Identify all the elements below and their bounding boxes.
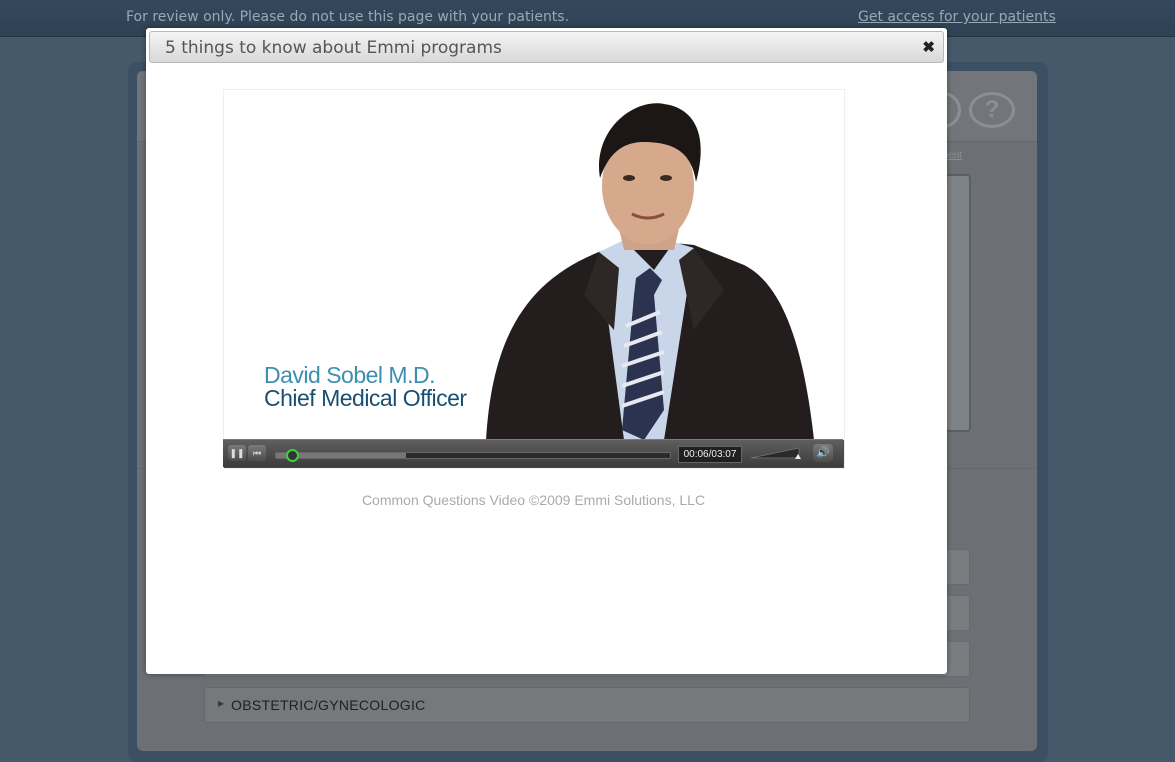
video-player[interactable]: David Sobel M.D. Chief Medical Officer — [223, 89, 845, 469]
get-access-link[interactable]: Get access for your patients — [858, 9, 1056, 25]
time-display: 00:06/03:07 — [678, 446, 742, 463]
volume-icon[interactable]: 🔊 — [813, 444, 833, 462]
help-icon[interactable]: ? — [969, 92, 1015, 128]
video-controls: ❚❚ ⏮ 00:06/03:07 🔊 — [223, 439, 843, 467]
close-icon[interactable]: ✖ — [922, 38, 935, 56]
modal-title: 5 things to know about Emmi programs — [165, 38, 502, 58]
pause-button[interactable]: ❚❚ — [228, 445, 246, 461]
volume-slider[interactable] — [751, 446, 801, 460]
modal-titlebar: 5 things to know about Emmi programs ✖ — [149, 31, 944, 63]
expand-arrow-icon: ▶ — [218, 699, 225, 708]
video-caption: Common Questions Video ©2009 Emmi Soluti… — [361, 492, 706, 508]
category-row-obstetric[interactable]: ▶ OBSTETRIC/GYNECOLOGIC — [204, 687, 970, 723]
speaker-title: Chief Medical Officer — [264, 385, 467, 411]
video-modal: 5 things to know about Emmi programs ✖ D… — [146, 28, 947, 674]
review-notice: For review only. Please do not use this … — [126, 9, 570, 25]
rewind-button[interactable]: ⏮ — [248, 445, 266, 461]
preview-panel — [945, 174, 971, 432]
progress-track[interactable] — [275, 449, 671, 462]
category-label: OBSTETRIC/GYNECOLOGIC — [231, 697, 426, 713]
background-link: ient — [946, 150, 963, 161]
progress-knob[interactable] — [285, 449, 299, 462]
